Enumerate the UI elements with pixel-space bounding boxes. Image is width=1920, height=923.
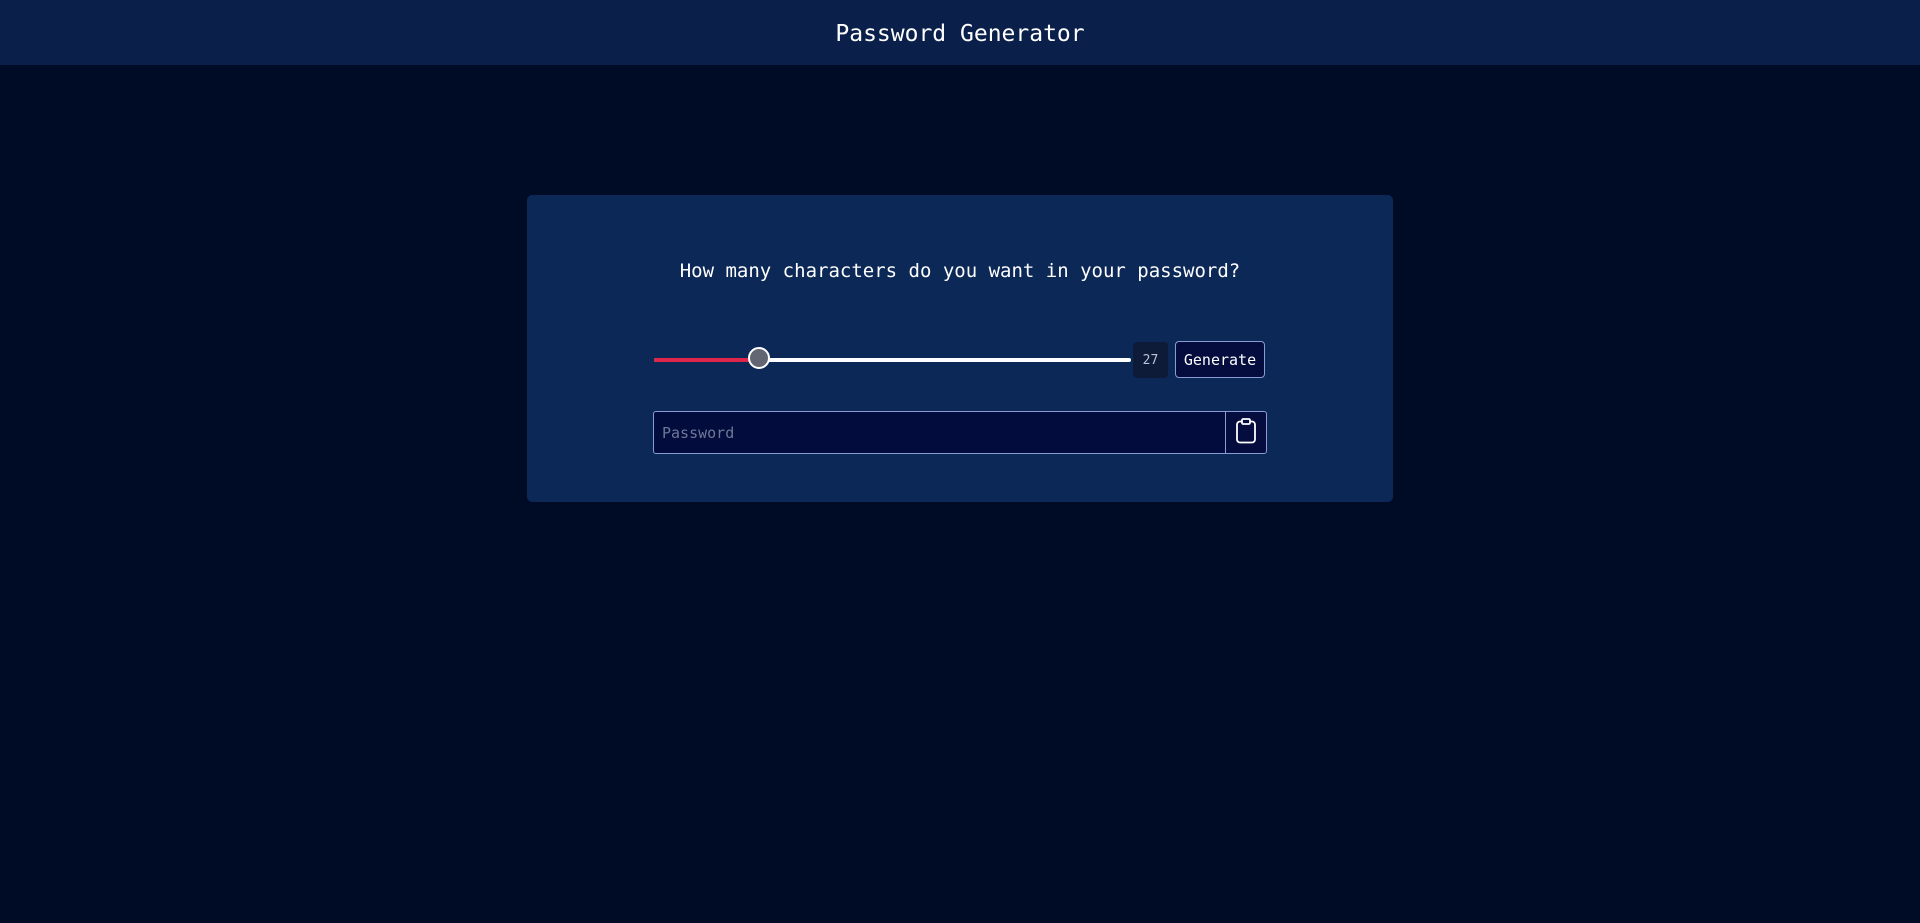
slider-thumb[interactable]: [747, 347, 770, 369]
copy-button[interactable]: [1225, 411, 1267, 454]
app-title: Password Generator: [835, 20, 1085, 47]
length-question: How many characters do you want in your …: [679, 260, 1241, 282]
clipboard-icon: [1235, 418, 1257, 447]
password-field[interactable]: [653, 411, 1226, 454]
length-slider[interactable]: [654, 347, 1131, 369]
generate-button[interactable]: Generate: [1175, 341, 1265, 378]
slider-fill: [654, 358, 759, 362]
generator-card: How many characters do you want in your …: [527, 195, 1393, 502]
app-header: Password Generator: [0, 0, 1920, 65]
length-value-badge: 27: [1133, 342, 1168, 378]
